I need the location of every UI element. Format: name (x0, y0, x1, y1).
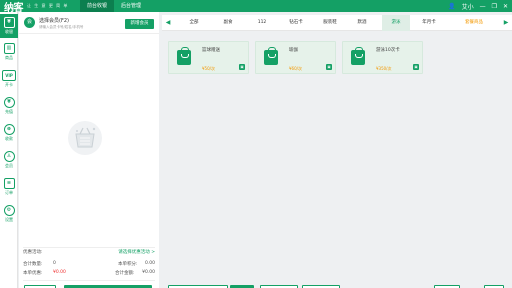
top-nav: 前台收银 后台管理 (80, 0, 148, 12)
empty-cart-icon (68, 121, 102, 155)
window-controls: 👤 艾小 — ❐ ✕ (448, 0, 508, 12)
vip-card-icon: VIP (2, 70, 16, 81)
logo-subtitle: 让 生 意 更 简 单 (27, 3, 69, 8)
category-bar: ◀ 全部 副食 112 钻石卡 服装鞋 默酒 游泳 年月卡 套餐商品 ▶ (162, 15, 512, 31)
collect-icon: ⊕ (3, 124, 15, 135)
user-name[interactable]: 艾小 (462, 2, 474, 11)
cart-panel: 会 选择会员(F2) 请输入会员卡号/姓名/手机号 新增会员 优惠活动: 请选择… (19, 12, 159, 288)
cart-divider (23, 280, 155, 281)
promo-select-link[interactable]: 请选择优惠活动 > (118, 249, 155, 255)
product-name: 篮球赠送 (202, 48, 220, 53)
amount-row: 本单优惠: ¥0.00 合计金额: ¥0.00 (23, 270, 155, 278)
nav-item-goods[interactable]: ▥ 商品 (0, 40, 18, 64)
product-card[interactable]: 游泳10次卡 ¥350/次 ▣ (342, 41, 423, 74)
chevron-left-icon[interactable]: ◀ (162, 15, 174, 31)
member-icon: ♙ (3, 151, 15, 162)
shopping-bag-icon (264, 47, 278, 65)
cashier-icon: ¥ (3, 17, 15, 28)
total-amount-value: ¥0.00 (142, 270, 155, 275)
product-badge-icon: ▣ (239, 64, 245, 70)
total-qty-value: 0 (53, 261, 56, 266)
product-badge-icon: ▣ (413, 64, 419, 70)
tab-back-office[interactable]: 后台管理 (114, 0, 148, 12)
category-tab-highlight[interactable]: 套餐商品 (458, 15, 490, 31)
nav-item-recharge[interactable]: ¥ 充值 (0, 94, 18, 118)
nav-item-cashier[interactable]: ¥ 收银 (0, 14, 18, 38)
minimize-icon[interactable]: — (480, 3, 486, 10)
shopping-bag-icon (177, 47, 191, 65)
category-tab[interactable]: 副食 (214, 15, 242, 31)
category-tab[interactable]: 全部 (180, 15, 208, 31)
member-hint: 请输入会员卡号/姓名/手机号 (39, 25, 84, 29)
close-icon[interactable]: ✕ (503, 3, 508, 10)
points-value: 0.00 (144, 261, 155, 266)
goods-icon: ▥ (3, 43, 15, 54)
user-icon[interactable]: 👤 (448, 3, 455, 10)
points-label: 本单积分: (118, 262, 138, 267)
cart-divider (23, 247, 155, 248)
nav-label: 设置 (5, 217, 13, 222)
category-tab[interactable]: 年月卡 (415, 15, 443, 31)
promo-label: 优惠活动: (23, 250, 43, 255)
settings-icon: ⚙ (3, 205, 15, 216)
order-icon: ≡ (3, 178, 15, 189)
product-price: ¥60/次 (289, 66, 302, 71)
product-card[interactable]: 篮球赠送 ¥50/次 ▣ (168, 41, 249, 74)
recharge-icon: ¥ (3, 97, 15, 108)
nav-item-settings[interactable]: ⚙ 设置 (0, 202, 18, 226)
nav-label: 订单 (5, 190, 13, 195)
category-tab[interactable]: 112 (248, 15, 276, 31)
member-name[interactable]: 选择会员(F2) (39, 17, 69, 24)
category-tab-active[interactable]: 游泳 (382, 15, 410, 31)
total-qty-label: 合计数量: (23, 262, 43, 267)
nav-label: 充值 (5, 109, 13, 114)
category-tab[interactable]: 服装鞋 (316, 15, 344, 31)
discount-value: ¥0.00 (53, 270, 66, 275)
nav-item-member[interactable]: ♙ 会员 (0, 148, 18, 172)
member-avatar-icon: 会 (24, 17, 35, 28)
nav-label: 开卡 (5, 82, 13, 87)
nav-label: 收款 (5, 136, 13, 141)
left-nav: ¥ 收银 ▥ 商品 VIP 开卡 ¥ 充值 ⊕ 收款 ♙ 会员 ≡ 订单 ⚙ 设… (0, 12, 18, 288)
product-name: 瑜伽 (289, 48, 298, 53)
shopping-bag-icon (351, 47, 365, 65)
nav-label: 会员 (5, 163, 13, 168)
product-name: 游泳10次卡 (376, 48, 400, 53)
category-tab[interactable]: 默酒 (348, 15, 376, 31)
total-amount-label: 合计金额: (115, 271, 135, 276)
add-member-button[interactable]: 新增会员 (125, 19, 154, 29)
qty-row: 合计数量: 0 本单积分: 0.00 (23, 261, 155, 269)
nav-label: 收银 (5, 29, 13, 34)
app-logo: 纳客 让 生 意 更 简 单 (4, 0, 69, 14)
restore-icon[interactable]: ❐ (492, 3, 497, 10)
product-grid: 篮球赠送 ¥50/次 ▣ 瑜伽 ¥60/次 ▣ 游泳10次卡 ¥350/次 ▣ (162, 34, 512, 284)
promo-row: 优惠活动: 请选择优惠活动 > (23, 249, 155, 257)
nav-item-vip[interactable]: VIP 开卡 (0, 67, 18, 91)
member-selector[interactable]: 会 选择会员(F2) 请输入会员卡号/姓名/手机号 新增会员 (19, 12, 159, 34)
title-bar: 纳客 让 生 意 更 简 单 前台收银 后台管理 👤 艾小 — ❐ ✕ (0, 0, 512, 14)
category-tab[interactable]: 钻石卡 (282, 15, 310, 31)
product-price: ¥350/次 (376, 66, 392, 71)
tab-front-cashier[interactable]: 前台收银 (80, 0, 115, 12)
product-price: ¥50/次 (202, 66, 215, 71)
bottom-action-bar (162, 284, 512, 288)
nav-label: 商品 (5, 55, 13, 60)
nav-item-order[interactable]: ≡ 订单 (0, 175, 18, 199)
discount-label: 本单优惠: (23, 271, 43, 276)
product-badge-icon: ▣ (326, 64, 332, 70)
nav-item-collect[interactable]: ⊕ 收款 (0, 121, 18, 145)
chevron-right-icon[interactable]: ▶ (500, 15, 512, 31)
product-card[interactable]: 瑜伽 ¥60/次 ▣ (255, 41, 336, 74)
